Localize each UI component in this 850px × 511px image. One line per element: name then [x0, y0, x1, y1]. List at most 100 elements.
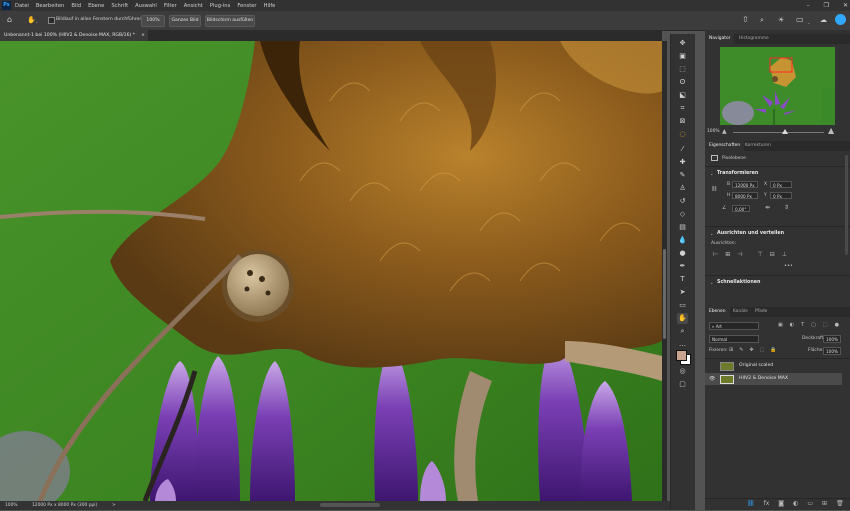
tab-adjustments[interactable]: Korrekturen — [741, 141, 775, 151]
zoom-in-mountain-icon[interactable]: ▲ — [828, 126, 834, 135]
menu-item-plugins[interactable]: Plug-ins — [210, 3, 230, 9]
navigator-zoom-handle[interactable] — [782, 129, 788, 134]
height-field[interactable]: 8000 Px — [732, 192, 758, 199]
scroll-all-checkbox[interactable] — [48, 17, 55, 24]
more-tools-icon[interactable]: … — [677, 339, 688, 350]
artboard-tool-icon[interactable]: ▣ — [677, 51, 688, 62]
share-icon[interactable]: ⇧ — [742, 15, 749, 25]
tab-navigator[interactable]: Navigator — [705, 34, 735, 44]
tab-paths[interactable]: Pfade — [751, 307, 771, 317]
blend-mode-select[interactable]: Normal — [709, 335, 759, 343]
foreground-color-swatch[interactable] — [676, 350, 687, 361]
tab-channels[interactable]: Kanäle — [729, 307, 752, 317]
flip-horizontal-icon[interactable]: ⇹ — [765, 204, 770, 211]
align-top-icon[interactable]: ⊤ — [758, 251, 763, 258]
zoom-out-mountain-icon[interactable]: ▲ — [722, 128, 727, 135]
navigator-zoom-value[interactable]: 100% — [707, 129, 720, 134]
pen-tool-icon[interactable]: ✒ — [677, 261, 688, 272]
navigator-zoom-slider[interactable] — [733, 132, 824, 133]
healing-brush-icon[interactable]: ✚ — [677, 157, 688, 168]
gradient-tool-icon[interactable]: ▤ — [677, 222, 688, 233]
lightbulb-icon[interactable]: ☀ — [778, 15, 784, 25]
menu-item-fenster[interactable]: Fenster — [237, 3, 256, 9]
workspace-chevron-icon[interactable]: ⌄ — [807, 20, 810, 25]
y-field[interactable]: 0 Px — [770, 192, 792, 199]
link-layers-icon[interactable]: ⛓ — [747, 500, 755, 507]
align-right-icon[interactable]: ⊣ — [737, 251, 742, 258]
restore-icon[interactable]: ❐ — [824, 2, 829, 9]
tab-histogram[interactable]: Histogramme — [735, 34, 773, 44]
align-bottom-icon[interactable]: ⊥ — [782, 251, 787, 258]
status-arrow-icon[interactable]: > — [112, 501, 116, 510]
stamp-tool-icon[interactable]: ♙ — [677, 183, 688, 194]
layer-row[interactable]: Original scaled — [705, 360, 842, 372]
crop-tool-icon[interactable]: ⌗ — [677, 103, 688, 114]
search-icon[interactable]: ⌕ — [760, 15, 764, 25]
object-select-tool-icon[interactable]: ⬕ — [677, 90, 688, 101]
link-icon[interactable]: ⛓ — [711, 186, 717, 192]
home-icon[interactable]: ⌂ — [7, 15, 12, 25]
minimize-icon[interactable]: – — [807, 2, 810, 9]
zoom-100-button[interactable]: 100% — [141, 15, 165, 27]
filter-type-icon[interactable]: T — [801, 322, 804, 328]
align-center-h-icon[interactable]: ⊞ — [725, 251, 730, 258]
new-layer-icon[interactable]: ⊞ — [822, 500, 827, 507]
lasso-tool-icon[interactable]: ʘ — [677, 77, 688, 88]
marquee-tool-icon[interactable]: ⬚ — [677, 64, 688, 75]
screen-mode-icon[interactable]: ▢ — [677, 379, 688, 390]
collapse-chevron-icon[interactable]: ⌄ — [710, 171, 713, 176]
lock-transparent-icon[interactable]: ⊞ — [729, 347, 733, 353]
canvas-vertical-scrollbar[interactable] — [662, 41, 667, 501]
blur-tool-icon[interactable]: 💧 — [677, 235, 688, 246]
move-tool-icon[interactable]: ✥ — [677, 38, 688, 49]
fill-screen-button[interactable]: Bildschirm ausfüllen — [205, 15, 255, 27]
menu-item-hilfe[interactable]: Hilfe — [264, 3, 276, 9]
tab-properties[interactable]: Eigenschaften — [705, 141, 745, 151]
menu-item-bearbeiten[interactable]: Bearbeiten — [36, 3, 65, 9]
more-options-icon[interactable]: ••• — [784, 263, 793, 269]
opacity-field[interactable]: 100% — [823, 335, 841, 343]
account-avatar[interactable] — [835, 14, 846, 25]
menu-item-bild[interactable]: Bild — [71, 3, 81, 9]
flip-vertical-icon[interactable]: ⇕ — [784, 204, 789, 211]
layer-row-selected[interactable]: 👁 HIIV2 & Denoise MAX — [705, 373, 842, 385]
tool-preset-chevron-icon[interactable]: ⌄ — [35, 19, 38, 24]
adjustment-layer-icon[interactable]: ◐ — [793, 500, 798, 507]
menu-item-datei[interactable]: Datei — [15, 3, 29, 9]
type-tool-icon[interactable]: T — [677, 274, 688, 285]
horizontal-scrollbar-thumb[interactable] — [320, 503, 380, 507]
layer-filter-select[interactable]: ⌕ Art — [709, 322, 759, 330]
status-zoom[interactable]: 100% — [5, 501, 18, 510]
close-tab-icon[interactable]: × — [141, 30, 145, 41]
fit-screen-button[interactable]: Ganzes Bild — [169, 15, 201, 27]
filter-toggle-icon[interactable]: ● — [835, 322, 839, 328]
align-left-icon[interactable]: ⊢ — [713, 251, 718, 258]
close-window-icon[interactable]: ✕ — [843, 2, 848, 9]
cloud-icon[interactable]: ☁ — [820, 15, 827, 25]
zoom-tool-icon[interactable]: ⌕ — [677, 326, 688, 337]
fill-field[interactable]: 100% — [823, 347, 841, 355]
brush-tool-icon[interactable]: ✎ — [677, 170, 688, 181]
history-brush-icon[interactable]: ↺ — [677, 196, 688, 207]
tab-layers[interactable]: Ebenen — [705, 307, 730, 317]
eyedropper-tool-icon[interactable]: ⁄ — [677, 144, 688, 155]
navigator-preview[interactable] — [720, 47, 835, 125]
lock-position-icon[interactable]: ✥ — [749, 347, 753, 353]
lock-artboard-icon[interactable]: ⬚ — [760, 347, 765, 353]
path-select-tool-icon[interactable]: ➤ — [677, 287, 688, 298]
hand-tool-icon[interactable]: ✋ — [677, 313, 688, 324]
menu-item-ebene[interactable]: Ebene — [88, 3, 104, 9]
filter-pixel-icon[interactable]: ▣ — [778, 322, 783, 328]
document-tab[interactable]: Unbenannt-1 bei 100% (HIIV2 & Denoise MA… — [0, 30, 148, 41]
menu-item-schrift[interactable]: Schrift — [111, 3, 128, 9]
filter-smart-icon[interactable]: ⬚ — [823, 322, 828, 328]
collapse-chevron-icon[interactable]: ⌄ — [710, 280, 713, 285]
menu-item-auswahl[interactable]: Auswahl — [135, 3, 157, 9]
x-field[interactable]: 0 Px — [770, 181, 792, 188]
align-middle-v-icon[interactable]: ⊟ — [770, 251, 775, 258]
scrollbar-thumb[interactable] — [663, 249, 666, 339]
frame-tool-icon[interactable]: ⊠ — [677, 116, 688, 127]
filter-shape-icon[interactable]: ▢ — [811, 322, 816, 328]
document-canvas[interactable] — [0, 41, 662, 501]
add-mask-icon[interactable]: ◙ — [778, 500, 784, 507]
